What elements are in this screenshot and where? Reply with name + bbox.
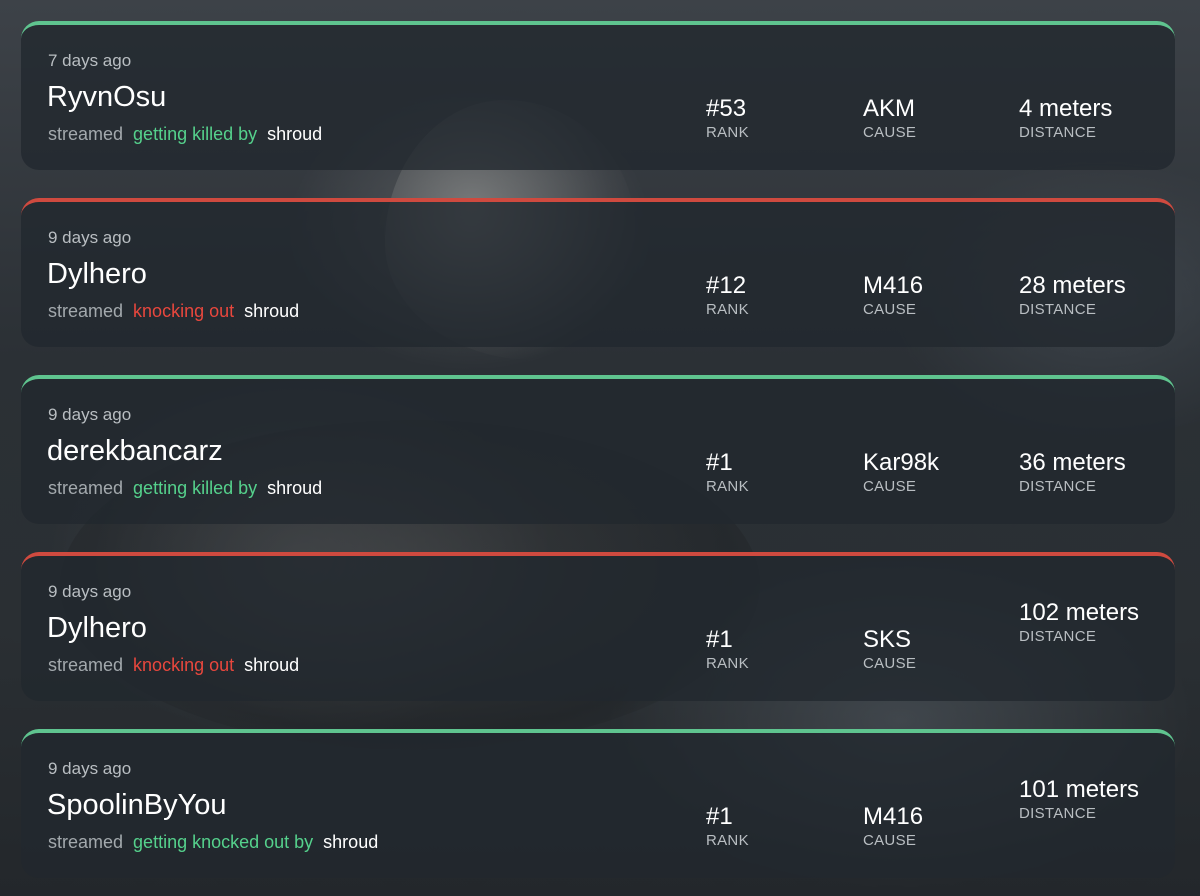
distance-value: 102 meters — [1019, 599, 1140, 626]
target-name[interactable]: shroud — [244, 301, 299, 321]
event-card[interactable]: 7 days ago RyvnOsu streamed getting kille… — [21, 21, 1175, 170]
event-card[interactable]: 9 days ago SpoolinByYou streamed getting … — [21, 729, 1175, 878]
rank-value: #53 — [706, 95, 747, 122]
player-name[interactable]: RyvnOsu — [47, 81, 166, 114]
rank-value: #12 — [706, 272, 747, 299]
distance-value: 101 meters — [1019, 776, 1140, 803]
rank-stat: #53 RANK — [706, 95, 749, 142]
event-description: streamed knocking out shroud — [48, 655, 299, 676]
event-time: 9 days ago — [48, 759, 132, 778]
cause-stat: AKM CAUSE — [863, 95, 917, 142]
cause-label: CAUSE — [863, 301, 917, 318]
cause-value: M416 — [863, 272, 924, 299]
event-time: 9 days ago — [48, 228, 132, 247]
cause-stat: Kar98k CAUSE — [863, 449, 940, 496]
cause-stat: M416 CAUSE — [863, 803, 924, 850]
distance-stat: 4 meters DISTANCE — [1019, 95, 1169, 142]
rank-label: RANK — [706, 655, 749, 672]
rank-value: #1 — [706, 449, 733, 476]
event-action: getting killed by — [133, 478, 258, 498]
cause-value: SKS — [863, 626, 912, 653]
cause-label: CAUSE — [863, 832, 917, 849]
event-description: streamed getting killed by shroud — [48, 124, 322, 145]
player-name[interactable]: Dylhero — [47, 258, 147, 291]
event-action: getting knocked out by — [133, 832, 314, 852]
streamed-label: streamed — [48, 124, 124, 144]
target-name[interactable]: shroud — [323, 832, 378, 852]
event-action: getting killed by — [133, 124, 258, 144]
rank-value: #1 — [706, 626, 733, 653]
rank-label: RANK — [706, 301, 749, 318]
streamed-label: streamed — [48, 478, 124, 498]
event-time: 7 days ago — [48, 51, 132, 70]
cause-value: AKM — [863, 95, 916, 122]
player-name[interactable]: derekbancarz — [47, 435, 223, 468]
distance-stat: 102 meters DISTANCE — [1019, 599, 1169, 646]
distance-label: DISTANCE — [1019, 805, 1097, 822]
target-name[interactable]: shroud — [267, 478, 322, 498]
distance-stat: 36 meters DISTANCE — [1019, 449, 1169, 496]
rank-stat: #1 RANK — [706, 803, 749, 850]
distance-value: 28 meters — [1019, 272, 1126, 299]
event-time: 9 days ago — [48, 582, 132, 601]
event-description: streamed getting knocked out by shroud — [48, 832, 378, 853]
streamed-label: streamed — [48, 832, 124, 852]
distance-value: 36 meters — [1019, 449, 1126, 476]
cause-label: CAUSE — [863, 478, 917, 495]
event-action: knocking out — [133, 301, 235, 321]
event-card[interactable]: 9 days ago derekbancarz streamed getting … — [21, 375, 1175, 524]
distance-label: DISTANCE — [1019, 478, 1097, 495]
distance-value: 4 meters — [1019, 95, 1113, 122]
distance-label: DISTANCE — [1019, 124, 1097, 141]
event-time: 9 days ago — [48, 405, 132, 424]
target-name[interactable]: shroud — [267, 124, 322, 144]
distance-stat: 28 meters DISTANCE — [1019, 272, 1169, 319]
player-name[interactable]: SpoolinByYou — [47, 789, 227, 822]
rank-label: RANK — [706, 832, 749, 849]
rank-value: #1 — [706, 803, 733, 830]
cause-label: CAUSE — [863, 655, 917, 672]
rank-label: RANK — [706, 124, 749, 141]
streamed-label: streamed — [48, 655, 124, 675]
cause-label: CAUSE — [863, 124, 917, 141]
cause-value: Kar98k — [863, 449, 940, 476]
cause-stat: M416 CAUSE — [863, 272, 924, 319]
rank-label: RANK — [706, 478, 749, 495]
distance-stat: 101 meters DISTANCE — [1019, 776, 1169, 823]
event-card[interactable]: 9 days ago Dylhero streamed knocking out s… — [21, 552, 1175, 701]
kill-feed: 7 days ago RyvnOsu streamed getting kille… — [21, 21, 1175, 896]
rank-stat: #1 RANK — [706, 626, 749, 673]
streamed-label: streamed — [48, 301, 124, 321]
rank-stat: #12 RANK — [706, 272, 749, 319]
event-action: knocking out — [133, 655, 235, 675]
event-description: streamed getting killed by shroud — [48, 478, 322, 499]
distance-label: DISTANCE — [1019, 301, 1097, 318]
cause-value: M416 — [863, 803, 924, 830]
event-card[interactable]: 9 days ago Dylhero streamed knocking out s… — [21, 198, 1175, 347]
rank-stat: #1 RANK — [706, 449, 749, 496]
distance-label: DISTANCE — [1019, 628, 1097, 645]
event-description: streamed knocking out shroud — [48, 301, 299, 322]
player-name[interactable]: Dylhero — [47, 612, 147, 645]
target-name[interactable]: shroud — [244, 655, 299, 675]
cause-stat: SKS CAUSE — [863, 626, 917, 673]
